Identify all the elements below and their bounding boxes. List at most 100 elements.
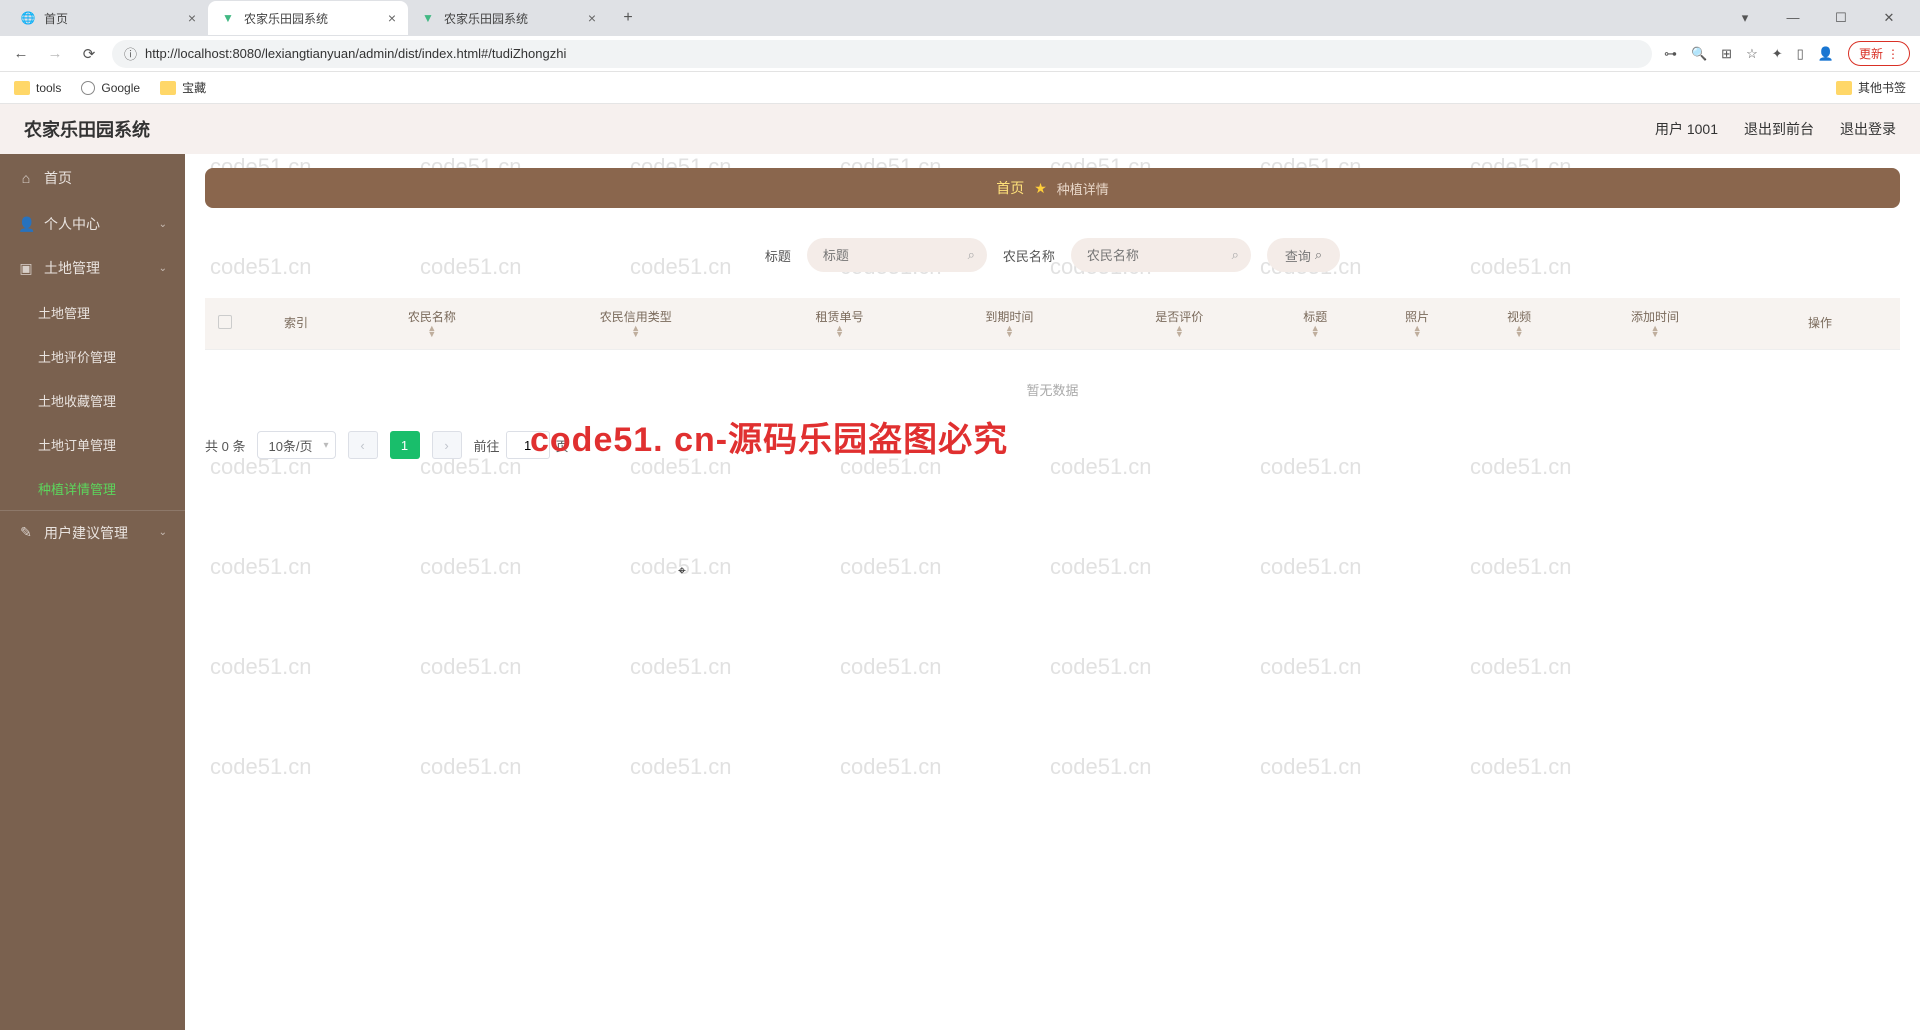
th-addtime: 添加时间▲▼ bbox=[1570, 298, 1740, 350]
sidebar: ⌂ 首页 👤 个人中心 ⌄ ▣ 土地管理 ⌄ 土地管理 土地评价管理 土地收藏管… bbox=[0, 154, 185, 1030]
update-button[interactable]: 更新⋮ bbox=[1848, 41, 1910, 66]
sidebar-sub-land-manage[interactable]: 土地管理 bbox=[0, 290, 185, 334]
reload-icon[interactable]: ⟳ bbox=[78, 45, 100, 63]
tabs-dropdown-icon[interactable]: ▾ bbox=[1730, 10, 1760, 26]
user-icon: 👤 bbox=[18, 216, 34, 233]
globe-icon: 🌐 bbox=[20, 10, 36, 26]
tab-title: 农家乐田园系统 bbox=[444, 10, 580, 27]
pager-next-button[interactable]: › bbox=[432, 431, 462, 459]
data-table: 索引 农民名称▲▼ 农民信用类型▲▼ 租赁单号▲▼ 到期时间▲▼ 是否评价▲▼ … bbox=[205, 298, 1900, 413]
sidebar-sub-land-order[interactable]: 土地订单管理 bbox=[0, 422, 185, 466]
sidebar-item-land[interactable]: ▣ 土地管理 ⌄ bbox=[0, 246, 185, 290]
sort-icon[interactable]: ▲▼ bbox=[631, 326, 640, 337]
tab-bar: 🌐 首页 × ▼ 农家乐田园系统 × ▼ 农家乐田园系统 × + ▾ — ☐ ✕ bbox=[0, 0, 1920, 36]
bookmark-tools[interactable]: tools bbox=[14, 81, 61, 95]
th-title: 标题▲▼ bbox=[1264, 298, 1366, 350]
chevron-down-icon: ⌄ bbox=[159, 263, 167, 274]
chevron-down-icon: ⌄ bbox=[159, 527, 167, 538]
url-input[interactable]: ⓘ http://localhost:8080/lexiangtianyuan/… bbox=[112, 40, 1652, 68]
close-icon[interactable]: × bbox=[588, 10, 596, 26]
sort-icon[interactable]: ▲▼ bbox=[1311, 326, 1320, 337]
th-credit: 农民信用类型▲▼ bbox=[517, 298, 755, 350]
sort-icon[interactable]: ▲▼ bbox=[1515, 326, 1524, 337]
th-index: 索引 bbox=[245, 298, 347, 350]
main-content: 首页 ★ 种植详情 标题 ⌕ 农民名称 ⌕ 查询⌕ bbox=[185, 154, 1920, 1030]
search-farmer-input[interactable] bbox=[1071, 238, 1251, 272]
folder-icon bbox=[160, 81, 176, 95]
sidebar-item-personal[interactable]: 👤 个人中心 ⌄ bbox=[0, 202, 185, 246]
browser-tab-0[interactable]: 🌐 首页 × bbox=[8, 1, 208, 35]
search-icon: ⌕ bbox=[1232, 247, 1239, 263]
close-icon[interactable]: × bbox=[388, 10, 396, 26]
folder-icon bbox=[14, 81, 30, 95]
breadcrumb-home[interactable]: 首页 bbox=[996, 178, 1024, 198]
sidebar-item-home[interactable]: ⌂ 首页 bbox=[0, 154, 185, 202]
empty-row: 暂无数据 bbox=[205, 350, 1900, 414]
land-icon: ▣ bbox=[18, 260, 34, 277]
sidebar-item-advice[interactable]: ✎ 用户建议管理 ⌄ bbox=[0, 510, 185, 554]
profile-icon[interactable]: 👤 bbox=[1818, 46, 1834, 62]
vue-icon: ▼ bbox=[420, 10, 436, 26]
sort-icon[interactable]: ▲▼ bbox=[835, 326, 844, 337]
advice-icon: ✎ bbox=[18, 524, 34, 541]
browser-tab-2[interactable]: ▼ 农家乐田园系统 × bbox=[408, 1, 608, 35]
browser-tab-1[interactable]: ▼ 农家乐田园系统 × bbox=[208, 1, 408, 35]
logout-button[interactable]: 退出登录 bbox=[1840, 119, 1896, 139]
forward-icon[interactable]: → bbox=[44, 45, 66, 62]
th-farmer: 农民名称▲▼ bbox=[347, 298, 517, 350]
other-bookmarks[interactable]: 其他书签 bbox=[1836, 79, 1906, 96]
sidebar-sub-land-collect[interactable]: 土地收藏管理 bbox=[0, 378, 185, 422]
select-all-checkbox[interactable] bbox=[218, 315, 232, 329]
pager-total: 共 0 条 bbox=[205, 436, 245, 455]
maximize-icon[interactable]: ☐ bbox=[1826, 10, 1856, 26]
sidebar-sub-land-review[interactable]: 土地评价管理 bbox=[0, 334, 185, 378]
breadcrumb-current: 种植详情 bbox=[1057, 179, 1109, 198]
tab-title: 首页 bbox=[44, 10, 180, 27]
bookmark-icon[interactable]: ☆ bbox=[1746, 46, 1758, 62]
bookmark-google[interactable]: Google bbox=[81, 81, 140, 95]
sort-icon[interactable]: ▲▼ bbox=[1413, 326, 1422, 337]
header-actions: 用户 1001 退出到前台 退出登录 bbox=[1655, 119, 1896, 139]
user-label[interactable]: 用户 1001 bbox=[1655, 119, 1718, 139]
th-action: 操作 bbox=[1740, 298, 1900, 350]
sort-icon[interactable]: ▲▼ bbox=[1651, 326, 1660, 337]
pager-page-1[interactable]: 1 bbox=[390, 431, 420, 459]
to-front-button[interactable]: 退出到前台 bbox=[1744, 119, 1814, 139]
key-icon[interactable]: ⊶ bbox=[1664, 46, 1677, 62]
menu-icon: ⋮ bbox=[1887, 47, 1899, 61]
pager-goto: 前往 页 bbox=[474, 431, 569, 459]
search-icon: ⌕ bbox=[1315, 247, 1322, 263]
pagination: 共 0 条 10条/页 ‹ 1 › 前往 页 bbox=[205, 431, 1900, 459]
browser-chrome: 🌐 首页 × ▼ 农家乐田园系统 × ▼ 农家乐田园系统 × + ▾ — ☐ ✕… bbox=[0, 0, 1920, 104]
close-icon[interactable]: × bbox=[188, 10, 196, 26]
sidebar-sub-plant-detail[interactable]: 种植详情管理 bbox=[0, 466, 185, 510]
bookmark-treasure[interactable]: 宝藏 bbox=[160, 79, 206, 96]
app: code51.cncode51.cncode51.cncode51.cncode… bbox=[0, 104, 1920, 1030]
pager-prev-button[interactable]: ‹ bbox=[348, 431, 378, 459]
address-bar: ← → ⟳ ⓘ http://localhost:8080/lexiangtia… bbox=[0, 36, 1920, 72]
minimize-icon[interactable]: — bbox=[1778, 10, 1808, 26]
back-icon[interactable]: ← bbox=[10, 45, 32, 62]
pager-goto-input[interactable] bbox=[506, 431, 550, 459]
folder-icon bbox=[1836, 81, 1852, 95]
sort-icon[interactable]: ▲▼ bbox=[427, 326, 436, 337]
label-title: 标题 bbox=[765, 246, 791, 265]
site-info-icon[interactable]: ⓘ bbox=[124, 44, 137, 63]
close-window-icon[interactable]: ✕ bbox=[1874, 10, 1904, 26]
translate-icon[interactable]: ⊞ bbox=[1721, 46, 1732, 62]
search-button[interactable]: 查询⌕ bbox=[1267, 238, 1340, 272]
sort-icon[interactable]: ▲▼ bbox=[1175, 326, 1184, 337]
search-title-input[interactable] bbox=[807, 238, 987, 272]
sort-icon[interactable]: ▲▼ bbox=[1005, 326, 1014, 337]
pager-size-select[interactable]: 10条/页 bbox=[257, 431, 335, 459]
label-farmer: 农民名称 bbox=[1003, 246, 1055, 265]
extensions-icon[interactable]: ✦ bbox=[1772, 46, 1783, 62]
sidepanel-icon[interactable]: ▯ bbox=[1797, 46, 1804, 62]
th-lease: 租赁单号▲▼ bbox=[755, 298, 925, 350]
new-tab-button[interactable]: + bbox=[614, 4, 642, 32]
th-photo: 照片▲▼ bbox=[1366, 298, 1468, 350]
star-icon: ★ bbox=[1034, 180, 1047, 197]
th-expire: 到期时间▲▼ bbox=[925, 298, 1095, 350]
zoom-icon[interactable]: 🔍 bbox=[1691, 46, 1707, 62]
tab-title: 农家乐田园系统 bbox=[244, 10, 380, 27]
